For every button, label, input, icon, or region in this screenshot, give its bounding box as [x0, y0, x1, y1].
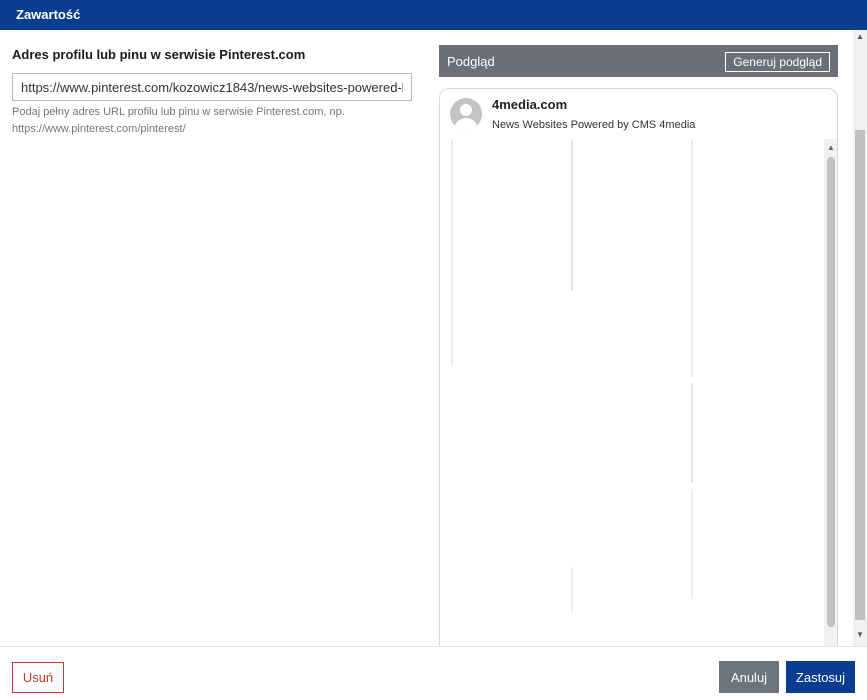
- modal-header: Zawartość: [0, 0, 867, 30]
- pin-image[interactable]: [451, 139, 453, 367]
- pin-image[interactable]: [691, 383, 693, 483]
- apply-button[interactable]: Zastosuj: [786, 661, 855, 693]
- url-field-label: Adres profilu lub pinu w serwisie Pinter…: [12, 47, 306, 62]
- pin-image[interactable]: [691, 489, 693, 599]
- modal-footer: Usuń Anuluj Zastosuj: [0, 646, 867, 700]
- avatar-icon: [450, 98, 482, 130]
- modal-body: Adres profilu lub pinu w serwisie Pinter…: [0, 30, 853, 646]
- preview-header: Podgląd Generuj podgląd: [439, 45, 838, 77]
- pinterest-board-card: 4media.com News Websites Powered by CMS …: [439, 88, 838, 646]
- scroll-up-icon[interactable]: ▲: [856, 32, 864, 41]
- remove-button[interactable]: Usuń: [12, 662, 64, 693]
- help-text-line: Podaj pełny adres URL profilu lub pinu w…: [12, 106, 345, 118]
- pin-column: [691, 139, 809, 646]
- board-description: News Websites Powered by CMS 4media: [492, 119, 696, 131]
- profile-name[interactable]: 4media.com: [492, 97, 567, 112]
- preview-title: Podgląd: [447, 54, 495, 69]
- modal-scrollbar[interactable]: ▲ ▼: [853, 30, 867, 646]
- board-scrollbar-thumb[interactable]: [827, 157, 835, 627]
- modal-title: Zawartość: [16, 7, 81, 22]
- pin-column: [571, 139, 689, 646]
- scroll-down-icon[interactable]: ▼: [856, 630, 864, 639]
- cancel-button[interactable]: Anuluj: [719, 661, 779, 693]
- generate-preview-button[interactable]: Generuj podgląd: [725, 52, 830, 72]
- url-help-text: Podaj pełny adres URL profilu lub pinu w…: [12, 104, 422, 138]
- pin-board: [451, 139, 824, 646]
- pin-image[interactable]: [691, 139, 693, 377]
- pinterest-url-input[interactable]: [12, 73, 412, 101]
- help-text-example: https://www.pinterest.com/pinterest/: [12, 123, 186, 135]
- pin-image[interactable]: [571, 139, 573, 291]
- board-scrollbar[interactable]: ▲: [824, 139, 837, 646]
- pin-column: [451, 139, 569, 646]
- pin-image[interactable]: [571, 567, 573, 613]
- modal-scrollbar-thumb[interactable]: [855, 130, 865, 620]
- scroll-up-icon[interactable]: ▲: [827, 143, 835, 152]
